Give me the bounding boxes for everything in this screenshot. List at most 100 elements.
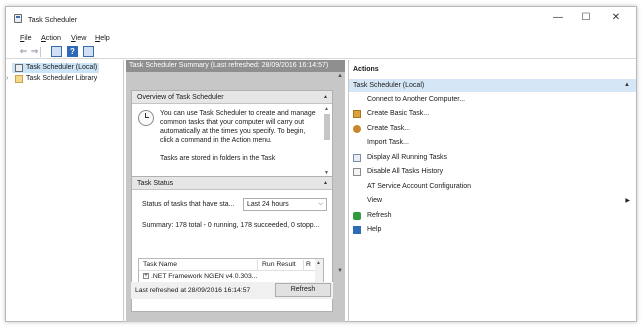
submenu-arrow-icon: ▶ <box>625 198 630 204</box>
overview-text: You can use Task Scheduler to create and… <box>160 110 316 144</box>
menu-action-label: ction <box>45 33 61 42</box>
forward-arrow-icon[interactable]: ⇒ <box>29 46 40 57</box>
column-r[interactable]: R <box>306 261 311 268</box>
status-filter-row: Status of tasks that have sta... Last 24… <box>138 198 327 212</box>
navigation-tree: Task Scheduler (Local) › Task Scheduler … <box>6 60 124 322</box>
last-refreshed-text: Last refreshed at 28/09/2016 16:14:57 <box>135 287 251 294</box>
actions-title: Actions <box>353 66 379 73</box>
collapse-icon[interactable]: ▲ <box>322 180 329 187</box>
action-label: Import Task... <box>367 139 409 146</box>
task-name-cell: .NET Framework NGEN v4.0.303... <box>151 273 258 280</box>
task-status-section-header[interactable]: Task Status ▲ <box>132 177 332 190</box>
column-run-result[interactable]: Run Result <box>262 261 296 268</box>
expand-icon[interactable]: + <box>143 273 149 280</box>
actions-group-header[interactable]: Task Scheduler (Local) ▲ <box>349 79 636 92</box>
overview-text-2: Tasks are stored in folders in the Task <box>160 155 276 162</box>
action-label: Help <box>367 226 382 233</box>
action-create-task[interactable]: Create Task... <box>349 122 636 136</box>
tree-item-label: Task Scheduler Library <box>26 75 98 82</box>
column-divider[interactable] <box>257 260 258 270</box>
tree-item-task-scheduler-library[interactable]: › Task Scheduler Library <box>6 74 99 84</box>
console-tree-icon[interactable] <box>51 46 62 57</box>
collapse-icon[interactable]: ▲ <box>322 94 329 101</box>
refresh-bar: Last refreshed at 28/09/2016 16:14:57 Re… <box>131 282 333 299</box>
action-label: Refresh <box>367 212 392 219</box>
center-pane: Task Scheduler Summary (Last refreshed: … <box>126 60 345 322</box>
task-summary-text: Summary: 178 total - 0 running, 178 succ… <box>142 222 320 229</box>
action-display-all-running-tasks[interactable]: Display All Running Tasks <box>349 151 636 165</box>
folder-icon <box>15 75 23 83</box>
table-row[interactable]: + .NET Framework NGEN v4.0.303... <box>143 273 257 280</box>
history-icon <box>353 168 361 176</box>
action-label: View <box>367 197 383 204</box>
action-label: Display All Running Tasks <box>367 154 448 161</box>
create-task-icon <box>353 125 361 133</box>
action-connect-to-another-computer[interactable]: Connect to Another Computer... <box>349 93 636 107</box>
action-label: Disable All Tasks History <box>367 168 444 175</box>
task-scheduler-window: Task Scheduler — ☐ ✕ File Action View He… <box>5 6 637 322</box>
period-select-value: Last 24 hours <box>247 201 289 208</box>
expand-chevron-icon[interactable]: › <box>6 74 8 84</box>
create-basic-task-icon <box>353 110 361 118</box>
overview-scrollbar[interactable]: ▲ ▼ <box>323 105 331 178</box>
menu-file[interactable]: File <box>20 33 32 42</box>
actions-group-label: Task Scheduler (Local) <box>353 82 425 89</box>
chevron-down-icon: ⌵ <box>318 201 323 207</box>
scroll-up-arrow-icon[interactable]: ▲ <box>324 105 329 114</box>
task-table-header: Task Name Run Result R <box>139 259 323 271</box>
tree-item-label: Task Scheduler (Local) <box>26 64 98 71</box>
action-label: Create Basic Task... <box>367 110 430 117</box>
action-help[interactable]: Help <box>349 223 636 237</box>
menu-bar: File Action View Help <box>6 32 636 44</box>
action-refresh[interactable]: Refresh <box>349 209 636 223</box>
properties-icon[interactable] <box>83 46 94 57</box>
minimize-button[interactable]: — <box>546 11 570 25</box>
collapse-icon[interactable]: ▲ <box>624 79 630 92</box>
overview-section-header[interactable]: Overview of Task Scheduler ▲ <box>132 91 332 104</box>
tree-item-task-scheduler-local[interactable]: Task Scheduler (Local) <box>12 63 100 73</box>
help-icon[interactable]: ? <box>67 46 78 57</box>
action-create-basic-task[interactable]: Create Basic Task... <box>349 107 636 121</box>
menu-help[interactable]: Help <box>95 33 110 42</box>
summary-header: Task Scheduler Summary (Last refreshed: … <box>126 60 345 72</box>
title-bar: Task Scheduler — ☐ ✕ <box>6 7 636 29</box>
task-scheduler-icon <box>15 64 23 72</box>
scroll-up-arrow-icon[interactable]: ▲ <box>336 73 344 79</box>
scroll-up-arrow-icon[interactable]: ▲ <box>316 260 321 266</box>
clock-icon <box>138 110 154 126</box>
window-title: Task Scheduler <box>28 15 78 24</box>
menu-action[interactable]: Action <box>41 33 61 42</box>
action-label: AT Service Account Configuration <box>367 183 472 190</box>
action-label: Connect to Another Computer... <box>367 96 466 103</box>
refresh-icon <box>353 212 361 220</box>
overview-body: You can use Task Scheduler to create and… <box>132 104 332 179</box>
overview-section: Overview of Task Scheduler ▲ You can use… <box>131 90 333 180</box>
column-task-name[interactable]: Task Name <box>143 261 177 268</box>
refresh-button[interactable]: Refresh <box>275 283 331 297</box>
running-tasks-icon <box>353 154 361 162</box>
action-disable-all-tasks-history[interactable]: Disable All Tasks History <box>349 165 636 179</box>
action-import-task[interactable]: Import Task... <box>349 136 636 150</box>
toolbar: ⇐ ⇒ ? <box>6 45 636 59</box>
menu-view[interactable]: View <box>71 33 86 42</box>
menu-view-label: iew <box>75 33 87 42</box>
column-divider[interactable] <box>303 260 304 270</box>
task-scheduler-app-icon <box>14 14 22 23</box>
menu-help-label: elp <box>100 33 110 42</box>
actions-pane: Actions Task Scheduler (Local) ▲ Connect… <box>348 60 636 322</box>
close-button[interactable]: ✕ <box>604 11 628 25</box>
scroll-thumb[interactable] <box>324 114 330 140</box>
back-arrow-icon[interactable]: ⇐ <box>18 46 29 57</box>
help-icon <box>353 226 361 234</box>
period-select[interactable]: Last 24 hours ⌵ <box>243 198 327 211</box>
maximize-button[interactable]: ☐ <box>574 11 598 25</box>
action-view[interactable]: View ▶ <box>349 194 636 208</box>
status-filter-label: Status of tasks that have sta... <box>142 201 235 208</box>
action-label: Create Task... <box>367 125 411 132</box>
scroll-down-arrow-icon[interactable]: ▼ <box>336 268 344 274</box>
action-at-service-account-configuration[interactable]: AT Service Account Configuration <box>349 180 636 194</box>
overview-section-title: Overview of Task Scheduler <box>137 94 224 101</box>
toolbar-separator <box>40 47 41 57</box>
menu-file-label: ile <box>24 33 32 42</box>
center-scrollbar[interactable]: ▲ ▼ <box>335 72 345 322</box>
